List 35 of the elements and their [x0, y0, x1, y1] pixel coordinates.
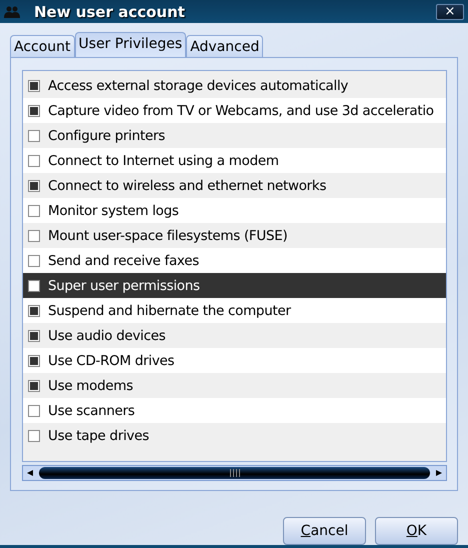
list-item[interactable]: Use CD-ROM drives [23, 348, 446, 373]
checkbox[interactable] [28, 104, 40, 116]
checkbox[interactable] [28, 280, 40, 292]
checkbox[interactable] [28, 180, 40, 192]
scroll-left-icon[interactable] [27, 470, 33, 476]
tab[interactable]: Account [10, 35, 75, 57]
dialog-button[interactable]: OK [375, 517, 458, 545]
list-item[interactable]: Super user permissions [23, 273, 446, 298]
scroll-right-icon[interactable] [436, 470, 442, 476]
tab[interactable]: User Privileges [74, 32, 186, 57]
checkbox[interactable] [28, 404, 40, 416]
horizontal-scrollbar[interactable] [22, 465, 447, 481]
checkbox[interactable] [28, 130, 40, 142]
checkbox[interactable] [28, 354, 40, 366]
window-title: New user account [34, 2, 186, 20]
users-icon [4, 6, 20, 18]
checkbox[interactable] [28, 230, 40, 242]
dialog-button[interactable]: Cancel [283, 517, 366, 545]
list-item[interactable]: Monitor system logs [23, 198, 446, 223]
checkbox[interactable] [28, 330, 40, 342]
checkbox[interactable] [28, 430, 40, 442]
checkbox[interactable] [28, 254, 40, 266]
checkbox[interactable] [28, 80, 40, 92]
scrollbar-thumb[interactable] [39, 467, 430, 479]
checkbox[interactable] [28, 154, 40, 166]
list-item[interactable]: Connect to Internet using a modem [23, 148, 446, 173]
checkbox[interactable] [28, 380, 40, 392]
list-item[interactable]: Use scanners [23, 398, 446, 423]
list-item[interactable]: Send and receive faxes [23, 248, 446, 273]
checkbox[interactable] [28, 204, 40, 216]
checkbox[interactable] [28, 304, 40, 316]
list-item[interactable]: Capture video from TV or Webcams, and use 3d acceleratio [23, 98, 446, 123]
close-button[interactable]: × [436, 4, 464, 20]
tab[interactable]: Advanced [186, 35, 264, 57]
list-item[interactable]: Suspend and hibernate the computer [23, 298, 446, 323]
